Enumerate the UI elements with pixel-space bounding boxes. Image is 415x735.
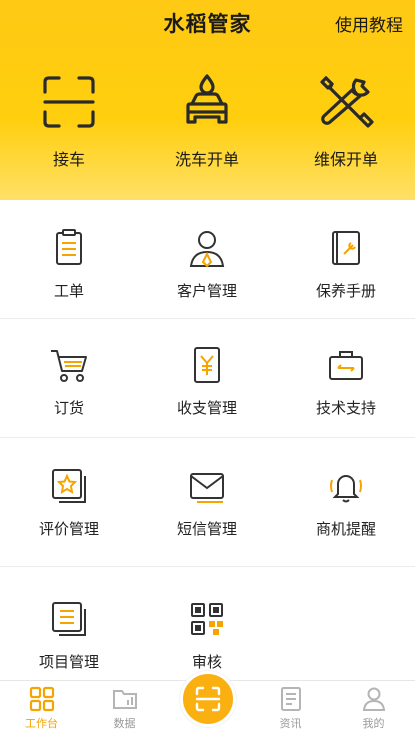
- opportunity-reminder-label: 商机提醒: [315, 520, 376, 538]
- maintenance-order-label: 维保开单: [313, 150, 378, 169]
- tab-data-label: 数据: [113, 717, 136, 730]
- profile-icon: [362, 687, 385, 711]
- menu-row-3: 评价管理 短信管理 商机提醒: [0, 438, 415, 567]
- project-management-label: 项目管理: [38, 653, 99, 671]
- workbench-grid-icon: [29, 686, 54, 712]
- tab-workbench[interactable]: 工作台: [0, 685, 83, 731]
- project-management-item[interactable]: 项目管理: [0, 599, 138, 672]
- work-order-item[interactable]: 工单: [0, 228, 138, 301]
- tab-profile[interactable]: 我的: [332, 685, 415, 731]
- maintenance-order-button[interactable]: 维保开单: [277, 72, 415, 170]
- sms-management-item[interactable]: 短信管理: [138, 466, 276, 539]
- toolbox-icon: [329, 351, 363, 380]
- news-icon: [280, 687, 301, 711]
- menu-row-2: 订货 收支管理 技术支持: [0, 319, 415, 438]
- tab-news-label: 资讯: [279, 717, 302, 730]
- order-goods-item[interactable]: 订货: [0, 345, 138, 418]
- pickup-car-label: 接车: [52, 150, 85, 169]
- review-management-item[interactable]: 评价管理: [0, 466, 138, 539]
- data-folder-icon: [112, 690, 137, 709]
- yen-receipt-icon: [194, 347, 220, 383]
- customer-icon: [189, 231, 225, 268]
- tab-data[interactable]: 数据: [83, 685, 166, 731]
- sms-management-label: 短信管理: [176, 520, 237, 538]
- tab-news[interactable]: 资讯: [249, 685, 332, 731]
- maintenance-manual-label: 保养手册: [315, 282, 376, 300]
- pickup-car-button[interactable]: 接车: [0, 72, 138, 170]
- qr-code-icon: [191, 603, 223, 635]
- clipboard-icon: [56, 229, 82, 265]
- tutorial-link[interactable]: 使用教程: [335, 11, 403, 36]
- audit-label: 审核: [191, 653, 222, 671]
- star-review-icon: [52, 469, 86, 503]
- project-list-icon: [52, 602, 86, 636]
- tech-support-item[interactable]: 技术支持: [277, 345, 415, 418]
- menu-row-4: 项目管理 审核: [0, 567, 415, 680]
- envelope-icon: [190, 473, 224, 503]
- review-management-label: 评价管理: [38, 520, 99, 538]
- order-goods-label: 订货: [53, 399, 84, 417]
- income-expense-label: 收支管理: [176, 399, 237, 417]
- bell-ringing-icon: [330, 475, 362, 503]
- car-wash-order-label: 洗车开单: [174, 150, 239, 169]
- maintenance-manual-item[interactable]: 保养手册: [277, 228, 415, 301]
- scan-button[interactable]: [180, 671, 236, 727]
- tab-profile-label: 我的: [362, 717, 385, 730]
- car-wash-order-button[interactable]: 洗车开单: [138, 72, 276, 170]
- tab-workbench-label: 工作台: [25, 717, 58, 730]
- work-order-label: 工单: [53, 282, 84, 300]
- menu-row-1: 工单 客户管理 保养手册: [0, 200, 415, 319]
- opportunity-reminder-item[interactable]: 商机提醒: [277, 466, 415, 539]
- customer-management-item[interactable]: 客户管理: [138, 228, 276, 301]
- wrench-screwdriver-icon: [320, 76, 374, 128]
- scan-icon: [195, 686, 221, 712]
- tech-support-label: 技术支持: [315, 399, 376, 417]
- customer-management-label: 客户管理: [176, 282, 237, 300]
- scan-frame-icon: [43, 76, 95, 128]
- maintenance-book-icon: [332, 231, 360, 265]
- audit-item[interactable]: 审核: [138, 599, 276, 672]
- shopping-cart-icon: [51, 350, 87, 382]
- header-banner: 水稻管家 使用教程 接车 洗车开单 维保开单: [0, 0, 415, 200]
- income-expense-item[interactable]: 收支管理: [138, 345, 276, 418]
- car-wash-icon: [186, 74, 228, 124]
